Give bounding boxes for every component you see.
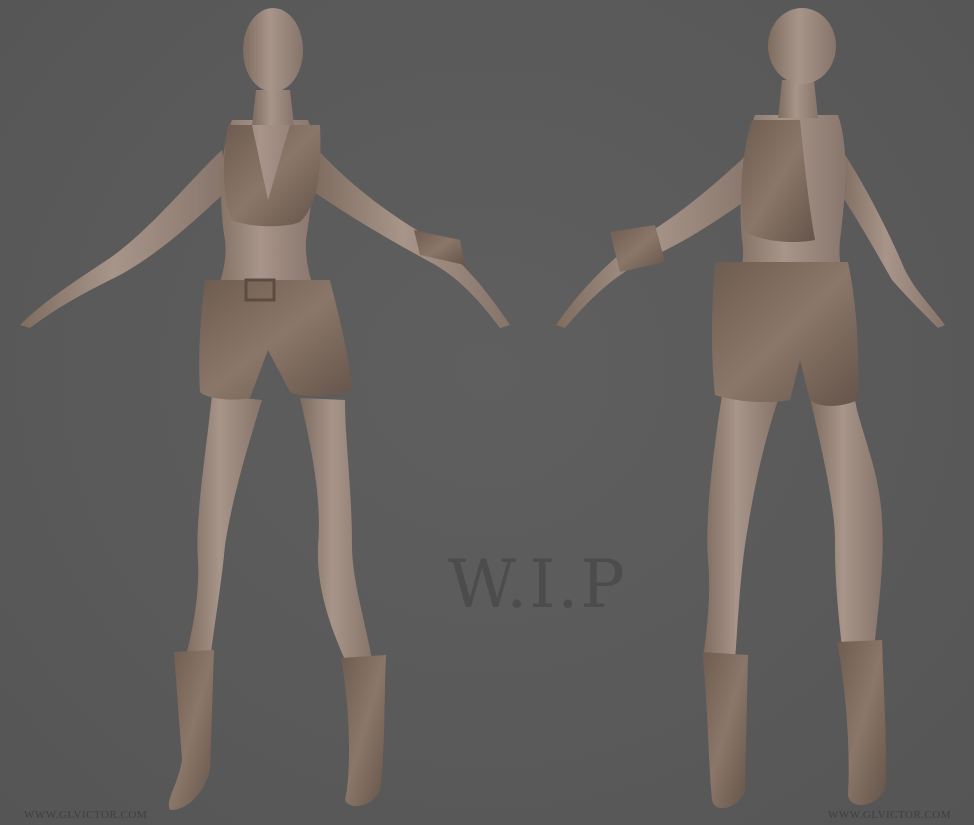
render-canvas: W.I.P WWW.GLVICTOR.COM WWW.GLVICTOR.COM (0, 0, 974, 825)
back-view-figure (556, 8, 945, 809)
sculpt-render (20, 8, 945, 810)
back-bracer (610, 225, 665, 272)
back-right-leg (810, 398, 883, 650)
front-right-arm (314, 150, 510, 328)
front-left-boot (168, 650, 214, 810)
front-right-leg (300, 398, 372, 660)
watermark-right: WWW.GLVICTOR.COM (828, 809, 952, 821)
back-head (768, 8, 836, 84)
front-left-arm (20, 150, 228, 328)
front-view-figure (20, 8, 510, 810)
front-neck (252, 90, 294, 125)
wip-label: W.I.P (448, 546, 627, 623)
front-shorts (199, 280, 352, 400)
back-left-leg (703, 395, 778, 660)
back-shorts (711, 262, 859, 406)
front-right-boot (341, 655, 386, 807)
back-neck (778, 80, 818, 118)
back-right-boot (837, 640, 887, 806)
front-left-leg (185, 395, 262, 660)
back-left-boot (702, 652, 748, 809)
front-head (243, 8, 303, 92)
watermark-left: WWW.GLVICTOR.COM (24, 809, 148, 821)
